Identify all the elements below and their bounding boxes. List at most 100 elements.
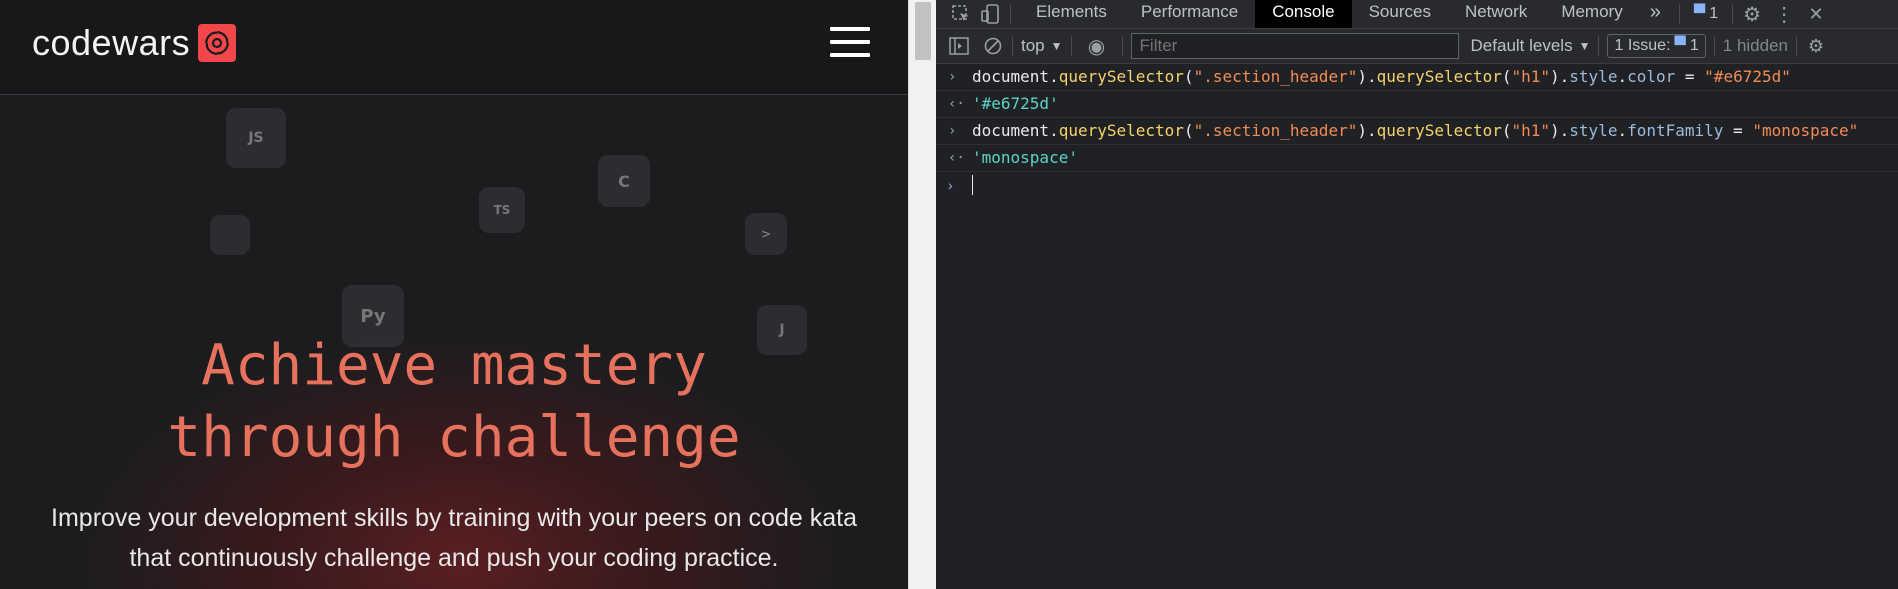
- live-expression-eye-icon[interactable]: ◉: [1086, 35, 1108, 58]
- console-input-line: › document.querySelector(".section_header…: [936, 64, 1898, 91]
- code-token: fontFamily: [1627, 121, 1724, 140]
- placeholder-icon: [210, 215, 250, 255]
- tab-separator: [1678, 4, 1680, 24]
- hero-title: Achieve mastery through challenge: [0, 330, 908, 474]
- code-token: =: [1723, 121, 1753, 140]
- prompt-chevron-icon: ›: [948, 177, 953, 193]
- console-result-line: ‹· '#e6725d': [936, 91, 1898, 118]
- typescript-icon: TS: [479, 187, 525, 233]
- code-token: .: [1617, 67, 1628, 86]
- tab-elements[interactable]: Elements: [1019, 0, 1124, 28]
- console-result-line: ‹· 'monospace': [936, 145, 1898, 172]
- console-toolbar: top ▼ ◉ Default levels ▼ 1 Issue: ▀ 1 1 …: [936, 29, 1898, 64]
- toolbar-separator: [1070, 36, 1072, 56]
- code-token: querySelector: [1058, 67, 1184, 86]
- tab-list: Elements Performance Console Sources Network…: [1019, 0, 1640, 28]
- console-prompt[interactable]: ›: [936, 172, 1898, 198]
- context-selector[interactable]: top ▼: [1021, 36, 1063, 56]
- inspect-element-icon[interactable]: [950, 3, 972, 25]
- csharp-icon: C: [598, 155, 650, 207]
- toolbar-separator: [1713, 36, 1715, 56]
- code-token: "monospace": [1752, 121, 1859, 140]
- log-levels-dropdown[interactable]: Default levels ▼: [1471, 36, 1591, 56]
- dropdown-arrow-icon: ▼: [1050, 39, 1063, 53]
- device-toolbar-icon[interactable]: [980, 3, 1002, 25]
- text-cursor: [972, 174, 973, 195]
- hero-title-line2: through challenge: [167, 405, 741, 470]
- tab-separator: [1732, 4, 1734, 24]
- log-levels-label: Default levels: [1470, 36, 1573, 55]
- toolbar-separator: [1121, 36, 1123, 56]
- tab-memory[interactable]: Memory: [1544, 0, 1639, 28]
- tab-separator: [1010, 4, 1011, 24]
- code-token: "h1": [1511, 67, 1551, 86]
- code-token: document: [972, 121, 1050, 140]
- scrollbar-thumb[interactable]: [915, 2, 931, 60]
- code-token: style: [1569, 121, 1618, 140]
- result-chevron-icon: ‹·: [948, 96, 965, 112]
- filter-input[interactable]: [1130, 33, 1459, 59]
- tab-network[interactable]: Network: [1448, 0, 1544, 28]
- toolbar-separator: [1012, 36, 1013, 56]
- message-count: 1: [1709, 5, 1719, 22]
- context-label: top: [1021, 36, 1045, 55]
- code-token: (: [1183, 121, 1194, 140]
- more-tabs-button[interactable]: »: [1640, 0, 1671, 28]
- close-icon[interactable]: ✕: [1805, 3, 1827, 25]
- code-token: ".section_header": [1193, 121, 1358, 140]
- logo-text: codewars: [32, 22, 191, 63]
- hero-subtitle: Improve your development skills by train…: [20, 498, 888, 578]
- codewars-logo-icon: [198, 24, 237, 62]
- code-token: =: [1675, 67, 1705, 86]
- more-options-icon[interactable]: ⋮: [1773, 3, 1795, 26]
- dropdown-arrow-icon: ▼: [1578, 39, 1591, 53]
- issues-count: 1: [1689, 37, 1699, 54]
- hero-subtitle-line2: that continuously challenge and push you…: [129, 544, 779, 572]
- hero-subtitle-line1: Improve your development skills by train…: [51, 504, 857, 532]
- console-settings-gear-icon[interactable]: ⚙: [1805, 35, 1827, 57]
- hero-title-line1: Achieve mastery: [201, 333, 707, 398]
- code-token: ".section_header": [1193, 67, 1358, 86]
- code-token: querySelector: [1058, 121, 1184, 140]
- messages-badge[interactable]: ▀ 1: [1688, 3, 1724, 25]
- tab-performance[interactable]: Performance: [1124, 0, 1255, 28]
- issues-label: 1 Issue:: [1614, 37, 1671, 54]
- issues-badge[interactable]: 1 Issue: ▀ 1: [1607, 34, 1706, 58]
- code-token: "#e6725d": [1704, 67, 1791, 86]
- tab-console[interactable]: Console: [1255, 0, 1352, 28]
- code-token: .: [1617, 121, 1628, 140]
- code-token: (: [1183, 67, 1194, 86]
- code-token: ).: [1357, 121, 1377, 140]
- code-token: "h1": [1511, 121, 1551, 140]
- code-token: color: [1627, 67, 1676, 86]
- terminal-icon: >: [745, 213, 787, 255]
- menu-hamburger-icon[interactable]: [830, 27, 870, 57]
- code-token: ).: [1550, 67, 1570, 86]
- devtools-tabbar: Elements Performance Console Sources Network…: [936, 0, 1898, 29]
- clear-console-icon[interactable]: [982, 35, 1004, 57]
- code-token: .: [1049, 121, 1059, 140]
- settings-gear-icon[interactable]: ⚙: [1741, 3, 1763, 26]
- code-token: '#e6725d': [972, 94, 1059, 113]
- code-token: querySelector: [1376, 121, 1502, 140]
- hidden-count: 1 hidden: [1722, 36, 1788, 55]
- code-token: ).: [1357, 67, 1377, 86]
- code-token: style: [1569, 67, 1618, 86]
- input-chevron-icon: ›: [948, 123, 957, 139]
- website-viewport: codewars JS TS C > Py J Achieve mastery …: [0, 0, 908, 589]
- page-scrollbar[interactable]: [908, 0, 937, 589]
- tab-sources[interactable]: Sources: [1352, 0, 1448, 28]
- console-input-line: › document.querySelector(".section_header…: [936, 118, 1898, 145]
- result-chevron-icon: ‹·: [948, 150, 965, 166]
- input-chevron-icon: ›: [948, 69, 957, 85]
- site-header: codewars: [0, 0, 908, 95]
- code-token: 'monospace': [972, 148, 1078, 167]
- site-logo[interactable]: codewars: [32, 22, 237, 64]
- toolbar-separator: [1796, 36, 1797, 56]
- sidebar-toggle-icon[interactable]: [948, 35, 970, 57]
- message-icon: ▀: [1693, 5, 1706, 22]
- devtools-panel: Elements Performance Console Sources Network…: [936, 0, 1898, 589]
- code-token: ).: [1550, 121, 1570, 140]
- code-token: .: [1049, 67, 1059, 86]
- js-icon: JS: [226, 108, 286, 168]
